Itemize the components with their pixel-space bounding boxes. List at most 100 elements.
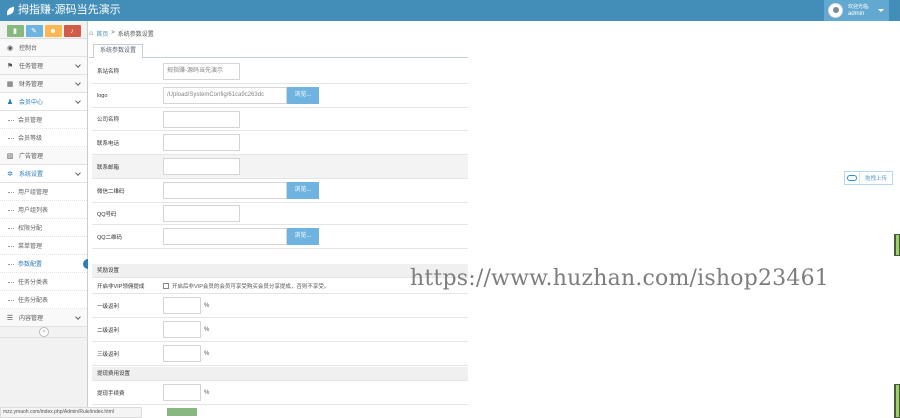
level1-unit: % (204, 302, 210, 309)
vip-toggle-label: 开启非VIP领佣提成 (97, 283, 145, 290)
tab-system-params[interactable]: 系统参数设置 (93, 44, 144, 58)
vip-toggle-checkbox[interactable] (163, 282, 169, 289)
chevron-down-icon (75, 80, 81, 86)
level3-input[interactable] (163, 345, 201, 362)
edge-level-meter (894, 384, 900, 418)
list-icon: ☰ (6, 314, 14, 322)
vip-toggle-text: 开启后非VIP会员的会员可享受购买会员分享提成，否则不享受。 (172, 283, 330, 290)
fee-input[interactable] (163, 384, 201, 401)
phone-input[interactable] (163, 134, 240, 151)
email-input[interactable] (163, 158, 240, 175)
settings-form: 系站名称 拇指赚-源码当先演示 logo /Upload/SystemConfi… (92, 59, 468, 416)
qq-label: QQ号码 (97, 211, 117, 218)
qq-row: QQ号码 (92, 203, 468, 225)
level2-row: 二级返利 % (92, 318, 468, 342)
breadcrumb-current: 系统参数设置 (117, 31, 154, 38)
qq-qr-label: QQ二维码 (97, 234, 123, 241)
pencil-icon[interactable]: ✎ (25, 25, 43, 37)
sidebar-item-settings[interactable]: ✲ 系统设置 (0, 165, 87, 183)
breadcrumb-separator: > (111, 30, 115, 36)
sidebar-item-content[interactable]: ☰ 内容管理 (0, 309, 87, 327)
logo-browse-button[interactable]: 浏览... (287, 87, 319, 104)
level3-row: 三级返利 % (92, 342, 468, 366)
signal-icon[interactable]: ▮ (6, 25, 24, 37)
company-input[interactable] (163, 110, 240, 128)
company-row: 公司名称 (92, 108, 468, 131)
sidebar-item-params[interactable]: 参数配置 (0, 255, 88, 273)
sidebar-item-member-manage[interactable]: 会员管理 (0, 111, 87, 129)
sidebar-item-dashboard[interactable]: ◉ 控制台 (0, 39, 87, 57)
sidebar-item-usergroup-manage[interactable]: 用户组管理 (0, 183, 87, 201)
submit-button[interactable] (167, 408, 197, 416)
wechat-qr-browse-button[interactable]: 浏览... (287, 182, 319, 199)
sidebar-item-task-assign[interactable]: 任务分配表 (0, 291, 87, 309)
sidebar-item-task-category[interactable]: 任务分类表 (0, 273, 87, 291)
picture-icon: ▧ (6, 152, 14, 160)
brand-logo[interactable]: 拇指赚-源码当先演示 (5, 4, 121, 17)
level3-label: 三级返利 (97, 351, 120, 358)
logo-row: logo /Upload/SystemConfig/61ca9c263dc 浏览… (92, 84, 468, 108)
users-icon[interactable]: ☻ (44, 25, 62, 37)
sidebar-item-finance[interactable]: ▦ 财务管理 (0, 75, 87, 93)
chevron-down-icon (75, 62, 81, 68)
fee-label: 提现手续费 (97, 390, 125, 397)
sidebar-item-usergroup-list[interactable]: 用户组列表 (0, 201, 87, 219)
level1-row: 一级返利 % (92, 294, 468, 318)
level2-input[interactable] (163, 321, 201, 338)
logo-label: logo (97, 92, 108, 99)
withdraw-section-title: 提现费用设置 (92, 367, 468, 381)
welcome-text: 欢迎光临, (848, 3, 870, 10)
leaf-icon (5, 6, 16, 15)
wechat-qr-label: 微信二维码 (97, 188, 125, 195)
level2-label: 二级返利 (97, 327, 120, 334)
level2-unit: % (204, 326, 210, 333)
wechat-qr-row: 微信二维码 浏览... (92, 179, 468, 203)
user-icon: ♟ (6, 98, 14, 106)
level1-label: 一级返利 (97, 303, 120, 310)
caret-down-icon (878, 9, 884, 12)
cloud-upload-label: 拖拽上传 (865, 176, 888, 182)
sidebar-item-tasks[interactable]: ⚑ 任务管理 (0, 57, 87, 75)
watermark: https://www.huzhan.com/ishop23461 (410, 266, 829, 291)
cogs-icon[interactable]: ♪ (63, 25, 81, 37)
cloud-icon (845, 172, 860, 184)
chevron-down-icon (75, 170, 81, 176)
email-label: 联系邮箱 (97, 164, 120, 171)
level3-unit: % (204, 350, 210, 357)
logo-path-input[interactable]: /Upload/SystemConfig/61ca9c263dc (163, 87, 287, 104)
sidebar-shortcuts: ▮ ✎ ☻ ♪ (0, 21, 87, 39)
phone-row: 联系电话 (92, 131, 468, 155)
chevron-down-icon (75, 314, 81, 320)
email-row: 联系邮箱 (92, 155, 468, 179)
sidebar-item-ads[interactable]: ▧ 广告管理 (0, 147, 87, 165)
company-label: 公司名称 (97, 117, 120, 123)
site-name-row: 系站名称 拇指赚-源码当先演示 (92, 59, 468, 84)
status-bar-url: mzz.ymaoh.com/index.php/Admin/Rule/index… (0, 407, 142, 418)
edge-level-meter (894, 234, 900, 256)
fee-row: 提现手续费 % (92, 381, 468, 405)
site-name-label: 系站名称 (97, 69, 120, 75)
user-menu[interactable]: 欢迎光临, admin (824, 0, 889, 21)
sidebar-item-members[interactable]: ♟ 会员中心 (0, 93, 87, 111)
sidebar-item-permissions[interactable]: 权限分配 (0, 219, 87, 237)
calendar-icon: ▦ (6, 80, 14, 88)
tab-bar: 系统参数设置 (89, 41, 468, 58)
home-icon: ⌂ (89, 29, 94, 37)
chevron-down-icon (75, 98, 81, 104)
site-name-input[interactable]: 拇指赚-源码当先演示 (163, 62, 240, 80)
sidebar-item-member-level[interactable]: 会员等级 (0, 129, 87, 147)
qq-qr-input[interactable] (163, 228, 287, 245)
sidebar-item-menu-manage[interactable]: 菜单管理 (0, 237, 87, 255)
qq-input[interactable] (163, 205, 240, 222)
flag-icon: ⚑ (6, 62, 14, 70)
collapse-icon[interactable]: « (39, 327, 49, 337)
breadcrumb: ⌂ 首页 > 系统参数设置 (89, 26, 154, 40)
wechat-qr-input[interactable] (163, 182, 287, 199)
qq-qr-browse-button[interactable]: 浏览... (287, 228, 319, 245)
sidebar-collapse: « (0, 326, 88, 338)
breadcrumb-home[interactable]: 首页 (96, 29, 108, 38)
sidebar: ▮ ✎ ☻ ♪ ◉ 控制台 ⚑ 任务管理 ▦ 财务管理 ♟ 会员中心 会员管理 … (0, 21, 88, 418)
qq-qr-row: QQ二维码 浏览... (92, 225, 468, 249)
cloud-upload-widget[interactable]: 拖拽上传 (844, 171, 893, 185)
level1-input[interactable] (163, 297, 201, 314)
